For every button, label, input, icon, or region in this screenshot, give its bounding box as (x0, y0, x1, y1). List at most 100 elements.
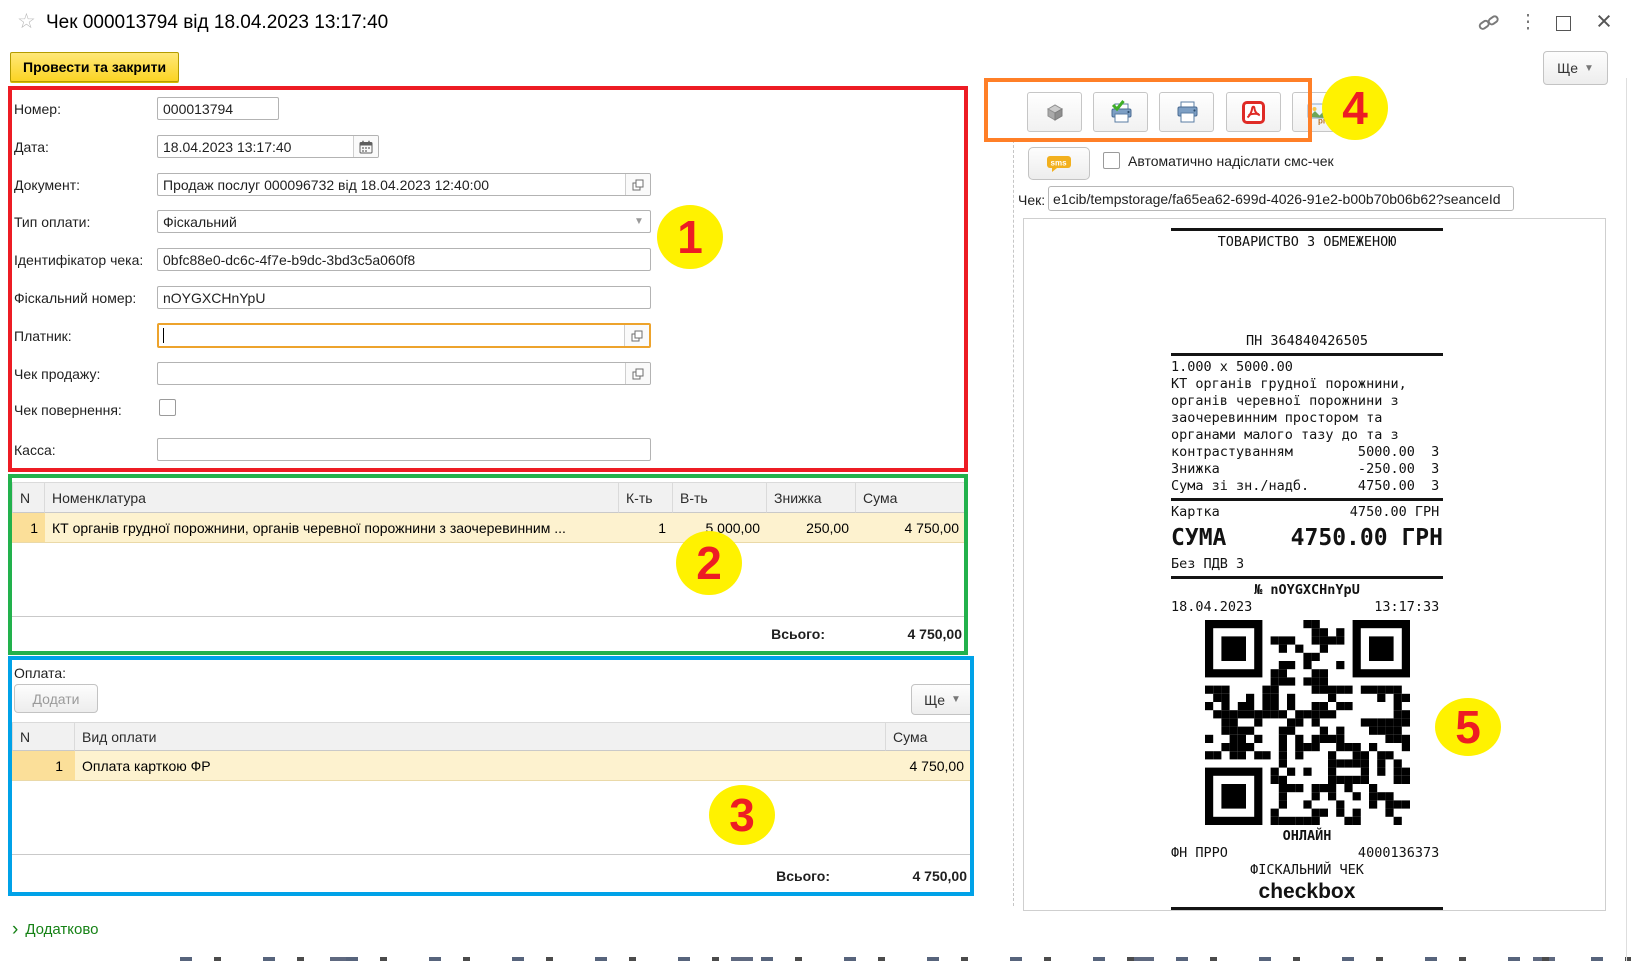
col-nomenклатура[interactable]: Номенклатура (45, 482, 619, 513)
col-vyd-oplaty[interactable]: Вид оплати (75, 722, 886, 751)
items-table-header: N Номенклатура К-ть В-ть Знижка Сума (12, 482, 966, 513)
kassa-field[interactable] (157, 438, 651, 461)
receipt-total-label: СУМА (1171, 525, 1227, 551)
cell-name[interactable]: КТ органів грудної порожнини, органів че… (45, 513, 619, 543)
more-vertical-icon[interactable]: ⋮ (1519, 12, 1538, 34)
receipt-spacer (1171, 251, 1443, 333)
col-price[interactable]: В-ть (673, 482, 767, 513)
auto-sms-checkbox[interactable] (1103, 152, 1120, 169)
fiscal-device-button[interactable] (1027, 92, 1082, 132)
favorite-star-icon[interactable]: ☆ (17, 10, 36, 34)
link-icon-svg (1478, 15, 1499, 30)
receipt-line: № nOYGXCHnYpU (1254, 582, 1360, 598)
add-payment-button[interactable]: Додати (14, 684, 98, 713)
dokument-value: Продаж послуг 000096732 від 18.04.2023 1… (163, 176, 490, 193)
receipt-line: Сума зі зн./надб. 4750.00 З (1171, 478, 1440, 494)
identyfikator-field[interactable]: 0bfc88e0-dc6c-4f7e-b9dc-3bd3c5a060f8 (157, 248, 651, 271)
data-field[interactable]: 18.04.2023 13:17:40 (157, 135, 379, 158)
chek-prodazhu-label: Чек продажу: (14, 366, 101, 382)
panel-splitter[interactable] (1013, 140, 1014, 906)
fiskalnyi-nomer-field[interactable]: nOYGXCHnYpU (157, 286, 651, 309)
items-table-row[interactable]: 1 КТ органів грудної порожнини, органів … (12, 513, 966, 543)
payments-more-button[interactable]: Ще ▼ (911, 684, 974, 715)
print-receipt-button[interactable] (1093, 92, 1148, 132)
chek-url-input[interactable]: e1cib/tempstorage/fa65ea62-699d-4026-91e… (1048, 186, 1514, 211)
open-icon-svg (632, 368, 644, 379)
maximize-icon[interactable] (1556, 16, 1571, 31)
page-title: Чек 000013794 від 18.04.2023 13:17:40 (46, 12, 389, 33)
fiskalnyi-nomer-value: nOYGXCHnYpU (163, 289, 266, 306)
receipt-rule (1171, 576, 1443, 579)
receipt-qr-code (1171, 620, 1443, 825)
print-receipt-check-icon (1111, 100, 1131, 123)
cell-price[interactable]: 5 000,00 (673, 513, 767, 543)
items-total-label: Всього: (771, 626, 825, 642)
col-n[interactable]: N (12, 482, 45, 513)
receipt-line: ОНЛАЙН (1282, 828, 1332, 844)
typ-oplaty-value: Фіскальний (163, 213, 237, 230)
more-button-top-label: Ще (1557, 60, 1578, 76)
cell-type[interactable]: Оплата карткою ФР (75, 751, 886, 781)
cell-qty[interactable]: 1 (619, 513, 673, 543)
clipped-bottom-content (180, 957, 1631, 961)
open-icon[interactable] (625, 174, 650, 195)
payments-table: N Вид оплати Сума 1 Оплата карткою ФР 4 … (12, 722, 971, 781)
platnyk-label: Платник: (14, 328, 72, 344)
maximize-glyph (1556, 16, 1571, 31)
receipt-total-line: СУМА 4750.00 ГРН (1171, 523, 1443, 554)
receipt-total-value: 4750.00 ГРН (1290, 525, 1443, 551)
cell-n[interactable]: 1 (12, 513, 45, 543)
receipt-line: ФН ПРРО 4000136373 (1171, 845, 1440, 861)
send-sms-button[interactable]: sms (1028, 147, 1090, 180)
calendar-icon[interactable] (353, 136, 378, 157)
receipt-line: Картка 4750.00 ГРН (1171, 504, 1440, 520)
receipt-line: 1.000 x 5000.00 (1171, 359, 1293, 375)
svg-text:png: png (1318, 116, 1333, 125)
close-icon[interactable]: × (1592, 8, 1616, 35)
chek-prodazhu-field[interactable] (157, 362, 651, 385)
identyfikator-label: Ідентифікатор чека: (14, 252, 144, 268)
payments-table-header: N Вид оплати Сума (12, 722, 971, 751)
col-sum[interactable]: Сума (856, 482, 966, 513)
cell-n[interactable]: 1 (12, 751, 75, 781)
kassa-label: Касса: (14, 442, 56, 458)
nomer-field[interactable]: 000013794 (157, 97, 279, 120)
chevron-down-icon[interactable]: ▼ (628, 211, 650, 232)
auto-sms-label: Автоматично надіслати смс-чек (1128, 153, 1334, 169)
chek-url-label: Чек: (1018, 192, 1046, 208)
print-icon (1177, 101, 1197, 123)
cell-discount[interactable]: 250,00 (767, 513, 856, 543)
save-pdf-button[interactable] (1226, 92, 1281, 132)
dokument-field[interactable]: Продаж послуг 000096732 від 18.04.2023 1… (157, 173, 651, 196)
platnyk-field[interactable] (157, 323, 651, 348)
col-n[interactable]: N (12, 722, 75, 751)
save-png-button[interactable]: png (1292, 92, 1347, 132)
pdf-icon (1242, 100, 1265, 124)
payments-table-row[interactable]: 1 Оплата карткою ФР 4 750,00 (12, 751, 971, 781)
typ-oplaty-select[interactable]: Фіскальний ▼ (157, 210, 651, 233)
text-caret (163, 328, 164, 343)
chek-url-value: e1cib/tempstorage/fa65ea62-699d-4026-91e… (1053, 190, 1501, 207)
payments-total-row: Всього: 4 750,00 (12, 862, 971, 890)
col-sum[interactable]: Сума (886, 722, 971, 751)
chevron-down-icon: ▼ (951, 694, 961, 705)
open-icon[interactable] (625, 363, 650, 384)
receipt-preview-panel[interactable]: ТОВАРИСТВО З ОБМЕЖЕНОЮ ПН 364840426505 1.0… (1023, 218, 1606, 911)
col-discount[interactable]: Знижка (767, 482, 856, 513)
link-icon[interactable] (1477, 13, 1501, 33)
receipt-line: органів черевної порожнини з (1171, 393, 1399, 409)
post-and-close-button[interactable]: Провести та закрити (10, 52, 180, 82)
dodatkovo-link[interactable]: › Додатково (12, 920, 99, 939)
identyfikator-value: 0bfc88e0-dc6c-4f7e-b9dc-3bd3c5a060f8 (163, 251, 416, 268)
cell-sum[interactable]: 4 750,00 (856, 513, 966, 543)
payments-total-value: 4 750,00 (912, 868, 968, 884)
chek-povernennia-checkbox[interactable] (159, 399, 176, 416)
open-icon[interactable] (624, 325, 649, 346)
fiscal-device-icon (1046, 104, 1063, 121)
cell-sum[interactable]: 4 750,00 (886, 751, 971, 781)
receipt-rule (1171, 228, 1443, 231)
png-icon: png (1307, 103, 1333, 125)
more-button-top[interactable]: Ще ▼ (1543, 51, 1608, 85)
col-qty[interactable]: К-ть (619, 482, 673, 513)
print-button[interactable] (1159, 92, 1214, 132)
